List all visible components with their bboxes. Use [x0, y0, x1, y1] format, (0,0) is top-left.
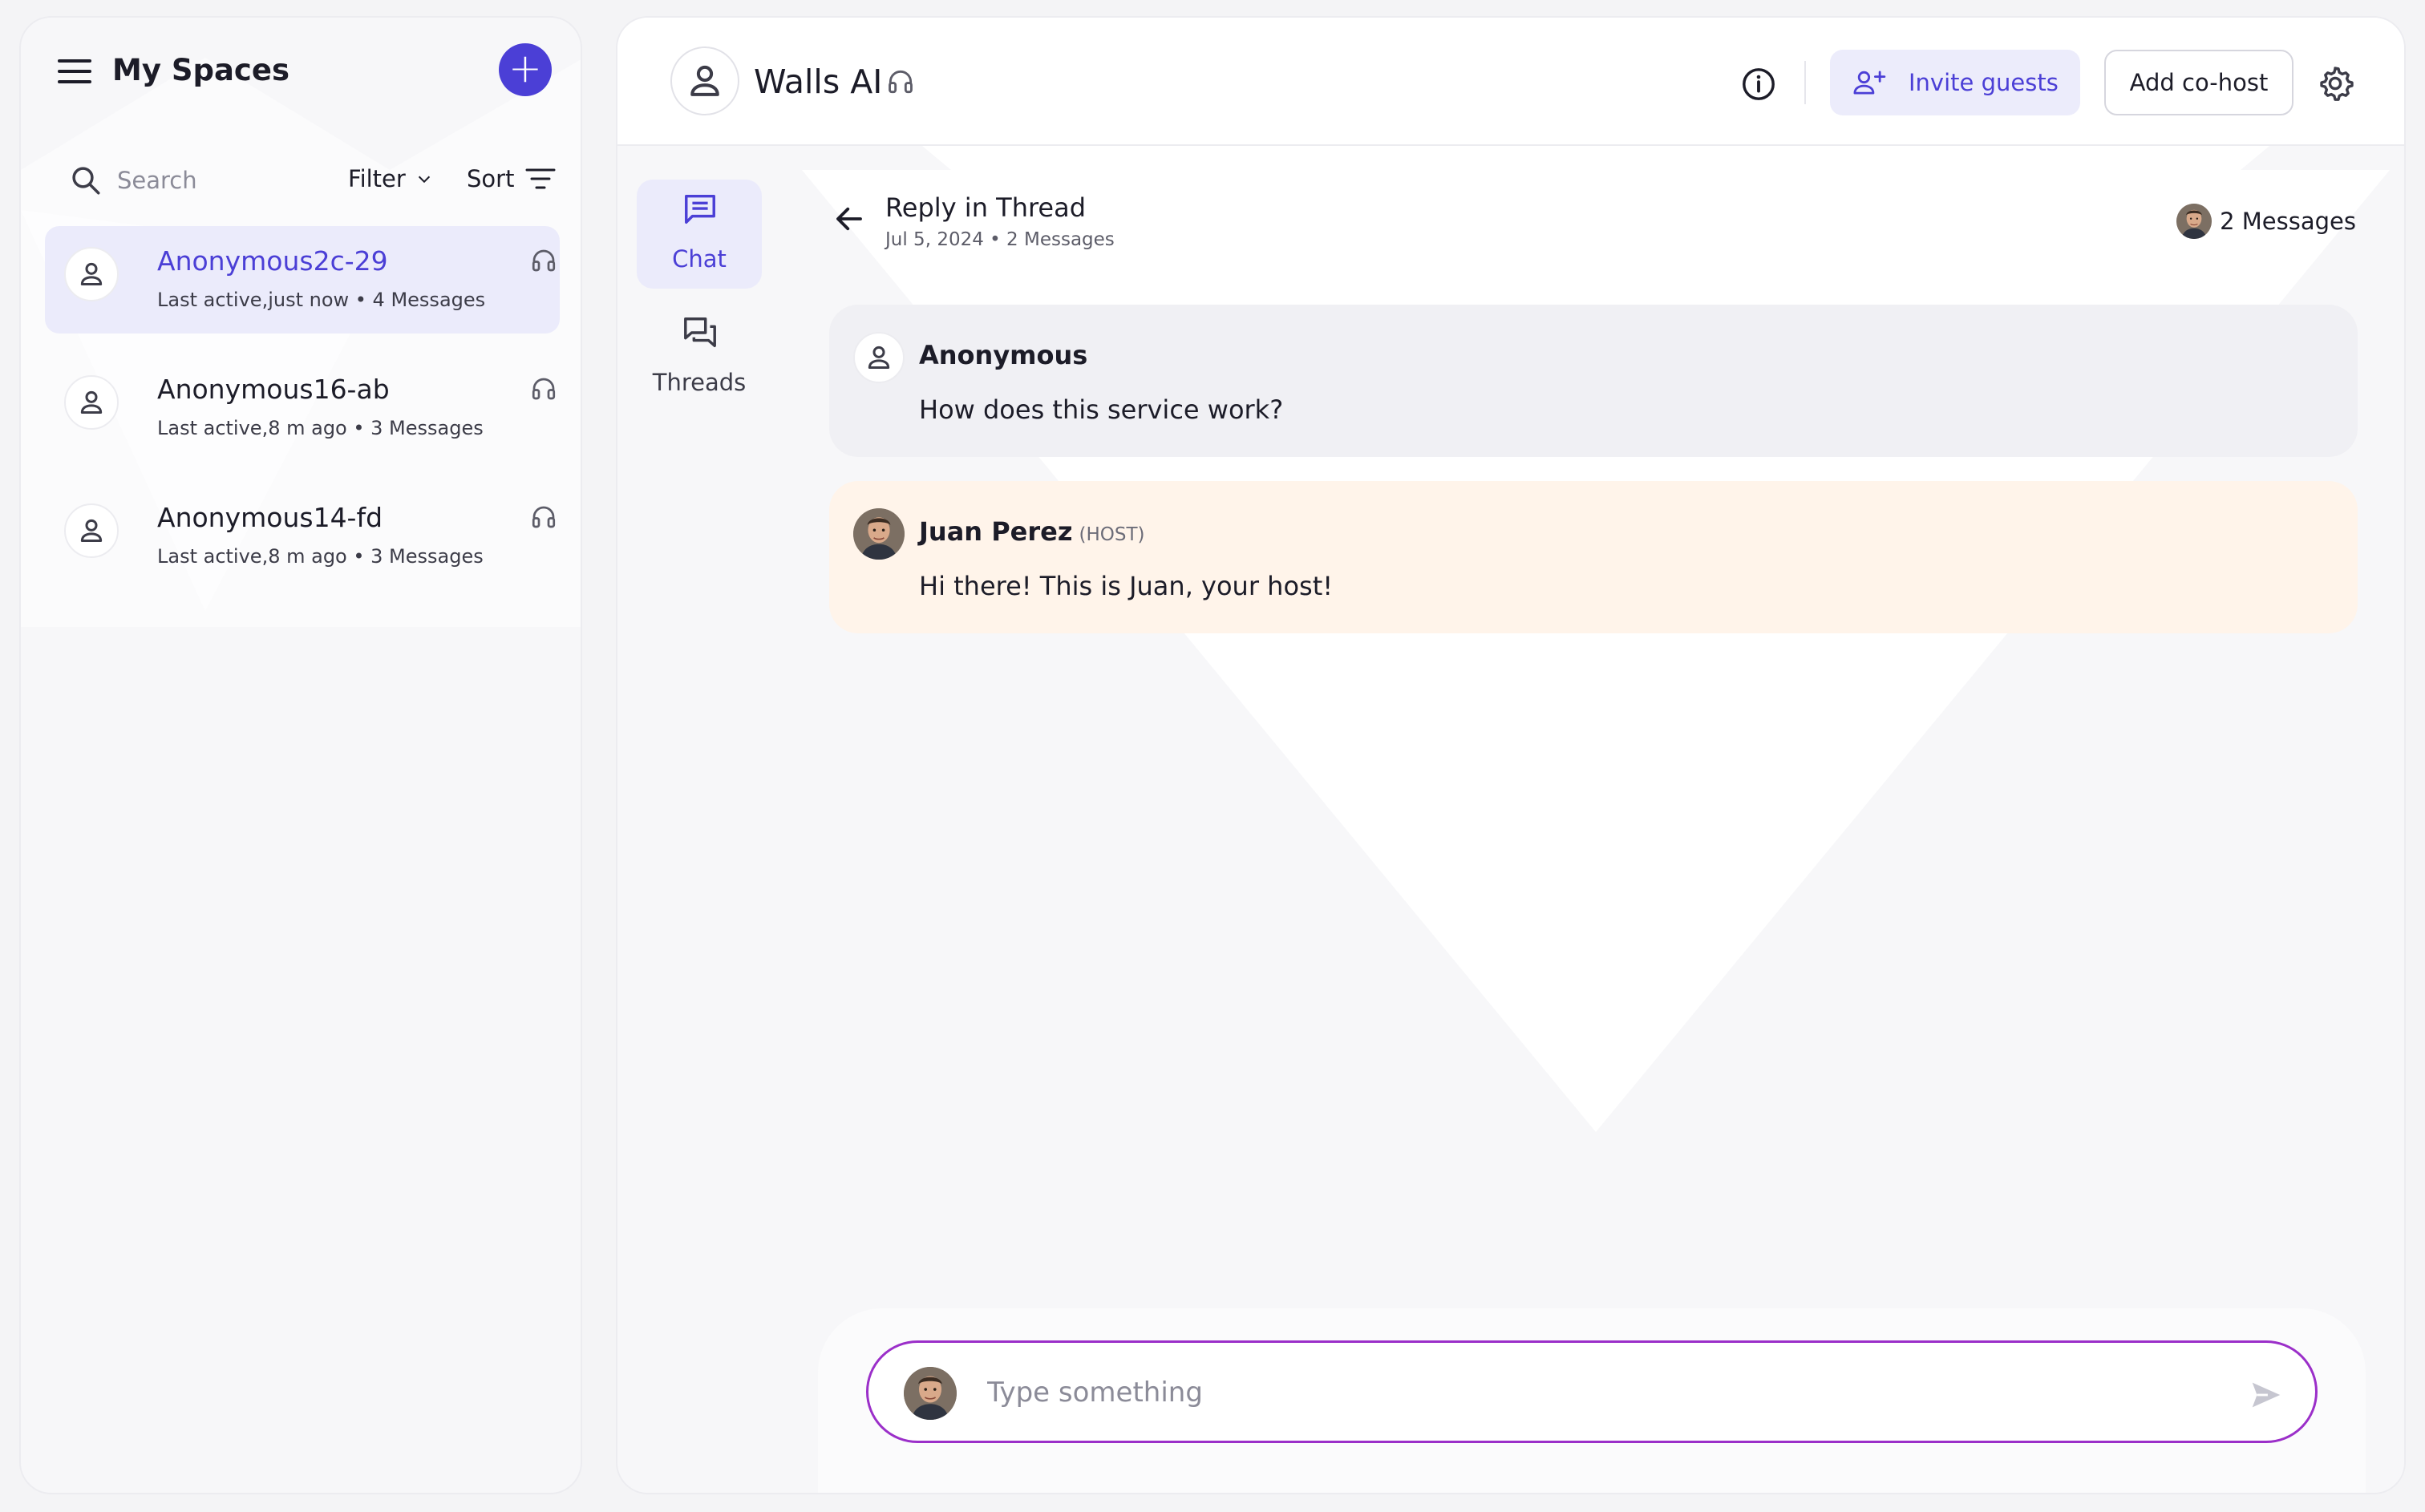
person-icon [75, 258, 107, 290]
person-icon [863, 342, 895, 374]
back-arrow-icon[interactable] [832, 202, 866, 236]
person-icon [683, 59, 727, 103]
message-text: How does this service work? [919, 394, 1284, 425]
tab-threads[interactable]: Threads [637, 303, 762, 412]
add-space-button[interactable]: + [499, 43, 552, 96]
host-avatar [853, 508, 905, 560]
conversation-meta: Last active,8 m ago • 3 Messages [157, 417, 484, 439]
thread-subtitle: Jul 5, 2024 • 2 Messages [885, 229, 1115, 250]
add-cohost-button[interactable]: Add co-host [2104, 50, 2293, 115]
send-icon[interactable] [2248, 1377, 2285, 1413]
host-avatar [2176, 204, 2212, 239]
author-name: Juan Perez [919, 516, 1073, 547]
user-avatar [904, 1367, 957, 1420]
add-user-icon [1853, 71, 1886, 95]
sort-icon [525, 168, 556, 189]
message-input[interactable] [987, 1368, 2190, 1417]
conversation-meta: Last active,8 m ago • 3 Messages [157, 545, 484, 568]
message-text: Hi there! This is Juan, your host! [919, 571, 1334, 601]
invite-guests-label: Invite guests [1909, 69, 2059, 96]
headset-icon [529, 374, 558, 404]
message-bubble: Anonymous How does this service work? [829, 305, 2358, 457]
message-composer [866, 1340, 2318, 1443]
chevron-down-icon [418, 176, 430, 184]
person-icon [75, 515, 107, 547]
search-row: Filter Sort [21, 152, 581, 208]
space-avatar [670, 46, 739, 115]
gear-icon[interactable] [2316, 64, 2354, 103]
conversation-name: Anonymous14-fd [157, 502, 383, 533]
tab-label: Chat [672, 245, 727, 273]
header-divider [1804, 61, 1806, 104]
menu-icon[interactable] [58, 59, 91, 83]
invite-guests-button[interactable]: Invite guests [1830, 50, 2080, 115]
filter-button[interactable]: Filter [348, 165, 433, 192]
thread-title: Reply in Thread [885, 192, 1087, 223]
chat-panel: Walls AI Invite guests Add co-host Chat [616, 16, 2406, 1494]
avatar [64, 375, 119, 430]
thread-message-count: 2 Messages [2176, 204, 2356, 239]
sort-label: Sort [467, 165, 515, 192]
avatar [853, 332, 905, 383]
conversation-item[interactable]: Anonymous14-fd Last active,8 m ago • 3 M… [45, 483, 560, 590]
search-input[interactable] [117, 162, 326, 199]
sidebar-header: My Spaces + [21, 18, 581, 122]
avatar [64, 247, 119, 301]
chat-icon [685, 194, 715, 224]
headset-icon [885, 66, 916, 98]
message-author: Anonymous [919, 340, 1087, 370]
message-author: Juan Perez (HOST) [919, 516, 1144, 547]
conversation-item[interactable]: Anonymous2c-29 Last active,just now • 4 … [45, 226, 560, 334]
tab-chat[interactable]: Chat [637, 180, 762, 289]
message-count-label: 2 Messages [2220, 208, 2356, 235]
headset-icon [529, 245, 558, 276]
person-icon [75, 386, 107, 418]
avatar [64, 503, 119, 558]
filter-label: Filter [348, 165, 406, 192]
space-title: Walls AI [754, 63, 883, 101]
spaces-sidebar: My Spaces + Filter Sort Anonymous2c-29 L… [19, 16, 582, 1494]
host-role-badge: (HOST) [1079, 524, 1145, 545]
sidebar-title: My Spaces [112, 53, 289, 87]
conversation-name: Anonymous16-ab [157, 374, 390, 405]
conversation-item[interactable]: Anonymous16-ab Last active,8 m ago • 3 M… [45, 354, 560, 462]
search-icon [72, 167, 100, 195]
threads-icon [684, 317, 716, 348]
info-icon[interactable] [1740, 66, 1777, 103]
thread-header: Reply in Thread Jul 5, 2024 • 2 Messages… [832, 186, 2356, 250]
conversation-name: Anonymous2c-29 [157, 245, 388, 277]
chat-header: Walls AI Invite guests Add co-host [617, 18, 2404, 146]
conversation-meta: Last active,just now • 4 Messages [157, 289, 486, 311]
headset-icon [529, 502, 558, 532]
sort-button[interactable]: Sort [467, 165, 556, 192]
tab-label: Threads [652, 369, 747, 396]
message-bubble: Juan Perez (HOST) Hi there! This is Juan,… [829, 481, 2358, 633]
author-name: Anonymous [919, 340, 1088, 370]
